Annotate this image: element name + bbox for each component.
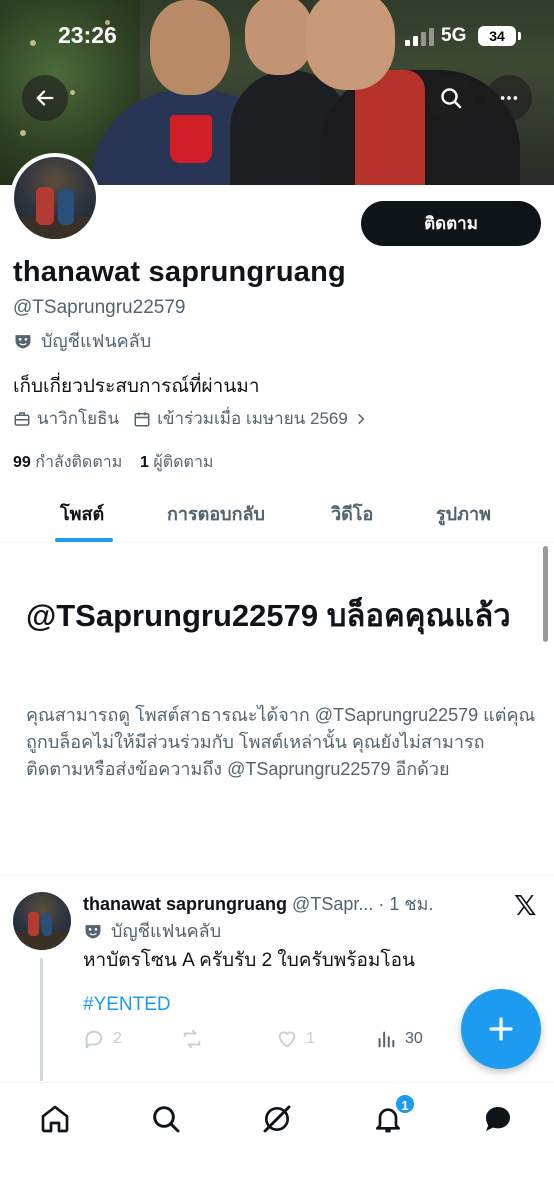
- post-account-type-label: บัญชีแฟนคลับ: [111, 921, 222, 941]
- follow-stats: 99 กำลังติดตาม 1 ผู้ติดตาม: [13, 450, 213, 475]
- occupation: นาวิกโยธิน: [13, 405, 119, 432]
- post-header: thanawat saprungruang @TSapr... · 1 ชม.: [83, 889, 433, 918]
- nav-search[interactable]: [146, 1099, 186, 1139]
- comment-icon: [85, 1030, 103, 1049]
- mask-icon: [85, 924, 101, 938]
- like-count: 1: [306, 1030, 315, 1047]
- tab-videos[interactable]: วิดีโอ: [331, 499, 373, 528]
- profile-tabs: โพสต์ การตอบกลับ วิดีโอ รูปภาพ: [0, 487, 554, 543]
- more-button[interactable]: [486, 75, 532, 121]
- plus-icon: [489, 1017, 513, 1041]
- back-button[interactable]: [22, 75, 68, 121]
- post-avatar[interactable]: [13, 892, 71, 950]
- post-hashtag[interactable]: #YENTED: [83, 994, 171, 1016]
- views-button[interactable]: 30: [375, 1028, 423, 1050]
- account-type: บัญชีแฟนคลับ: [13, 326, 151, 355]
- tab-photos[interactable]: รูปภาพ: [436, 499, 491, 528]
- like-button[interactable]: 1: [276, 1028, 315, 1050]
- repost-button[interactable]: [180, 1028, 212, 1050]
- nav-grok[interactable]: [257, 1099, 297, 1139]
- home-icon: [41, 1105, 69, 1133]
- followers-link[interactable]: 1 ผู้ติดตาม: [140, 454, 213, 471]
- status-bar: 23:26 5G 34: [0, 0, 554, 72]
- profile-meta: นาวิกโยธิน เข้าร่วมเมื่อ เมษายน 2569: [13, 405, 382, 432]
- mask-icon: [15, 334, 31, 348]
- active-tab-indicator: [55, 538, 113, 542]
- tab-replies[interactable]: การตอบกลับ: [167, 499, 265, 528]
- arrow-left-icon: [36, 90, 54, 106]
- network-type: 5G: [441, 25, 467, 46]
- blocked-description: คุณสามารถดู โพสต์สาธารณะได้จาก @TSaprung…: [26, 705, 536, 779]
- views-bar-icon: [378, 1031, 395, 1048]
- heart-icon: [278, 1031, 296, 1048]
- tab-posts[interactable]: โพสต์: [60, 499, 104, 528]
- thread-line: [40, 958, 43, 1081]
- joined-date[interactable]: เข้าร่วมเมื่อ เมษายน 2569: [133, 405, 368, 432]
- signal-icon: [405, 28, 435, 46]
- repost-icon: [183, 1029, 201, 1049]
- account-type-label: บัญชีแฟนคลับ: [41, 331, 152, 351]
- blocked-title: @TSaprungru22579 บล็อคคุณแล้ว: [26, 598, 511, 633]
- post-account-type: บัญชีแฟนคลับ: [83, 916, 221, 945]
- post-actions: 2 1 30: [83, 1028, 443, 1054]
- battery-icon: 34: [478, 26, 516, 46]
- follow-button[interactable]: ติดตาม: [361, 201, 541, 246]
- scrollbar[interactable]: [543, 546, 548, 642]
- search-button[interactable]: [428, 75, 474, 121]
- compose-button[interactable]: [461, 989, 541, 1069]
- profile-name: thanawat saprungruang: [13, 256, 346, 288]
- chat-icon: [486, 1107, 510, 1131]
- divider: [0, 875, 554, 876]
- chevron-right-icon: [357, 413, 365, 424]
- reply-button[interactable]: 2: [83, 1028, 122, 1050]
- search-icon: [441, 88, 462, 109]
- x-logo-icon: 𝕏: [514, 890, 537, 921]
- more-icon: [500, 96, 518, 100]
- briefcase-icon: [14, 411, 30, 426]
- joined-label: เข้าร่วมเมื่อ เมษายน 2569: [157, 409, 348, 428]
- notification-badge: 1: [394, 1093, 416, 1115]
- nav-home[interactable]: [35, 1099, 75, 1139]
- search-icon: [153, 1106, 180, 1133]
- nav-messages[interactable]: [478, 1099, 518, 1139]
- calendar-icon: [134, 411, 150, 426]
- grok-icon: [263, 1105, 291, 1133]
- following-link[interactable]: 99 กำลังติดตาม: [13, 454, 122, 471]
- occupation-label: นาวิกโยธิน: [37, 409, 120, 428]
- profile-bio: เก็บเกี่ยวประสบการณ์ที่ผ่านมา: [13, 376, 260, 397]
- reply-count: 2: [113, 1030, 122, 1047]
- status-time: 23:26: [58, 22, 117, 48]
- post-handle-time: @TSapr... · 1 ชม.: [292, 894, 434, 914]
- profile-handle: @TSaprungru22579: [13, 297, 186, 318]
- red-cup: [170, 115, 212, 163]
- bottom-nav: 1: [0, 1082, 554, 1199]
- profile-avatar[interactable]: [10, 153, 100, 243]
- post-text: หาบัตรโซน A ครับรับ 2 ใบครับพร้อมโอน: [83, 950, 416, 971]
- post-author-name[interactable]: thanawat saprungruang: [83, 894, 287, 914]
- views-count: 30: [405, 1030, 423, 1047]
